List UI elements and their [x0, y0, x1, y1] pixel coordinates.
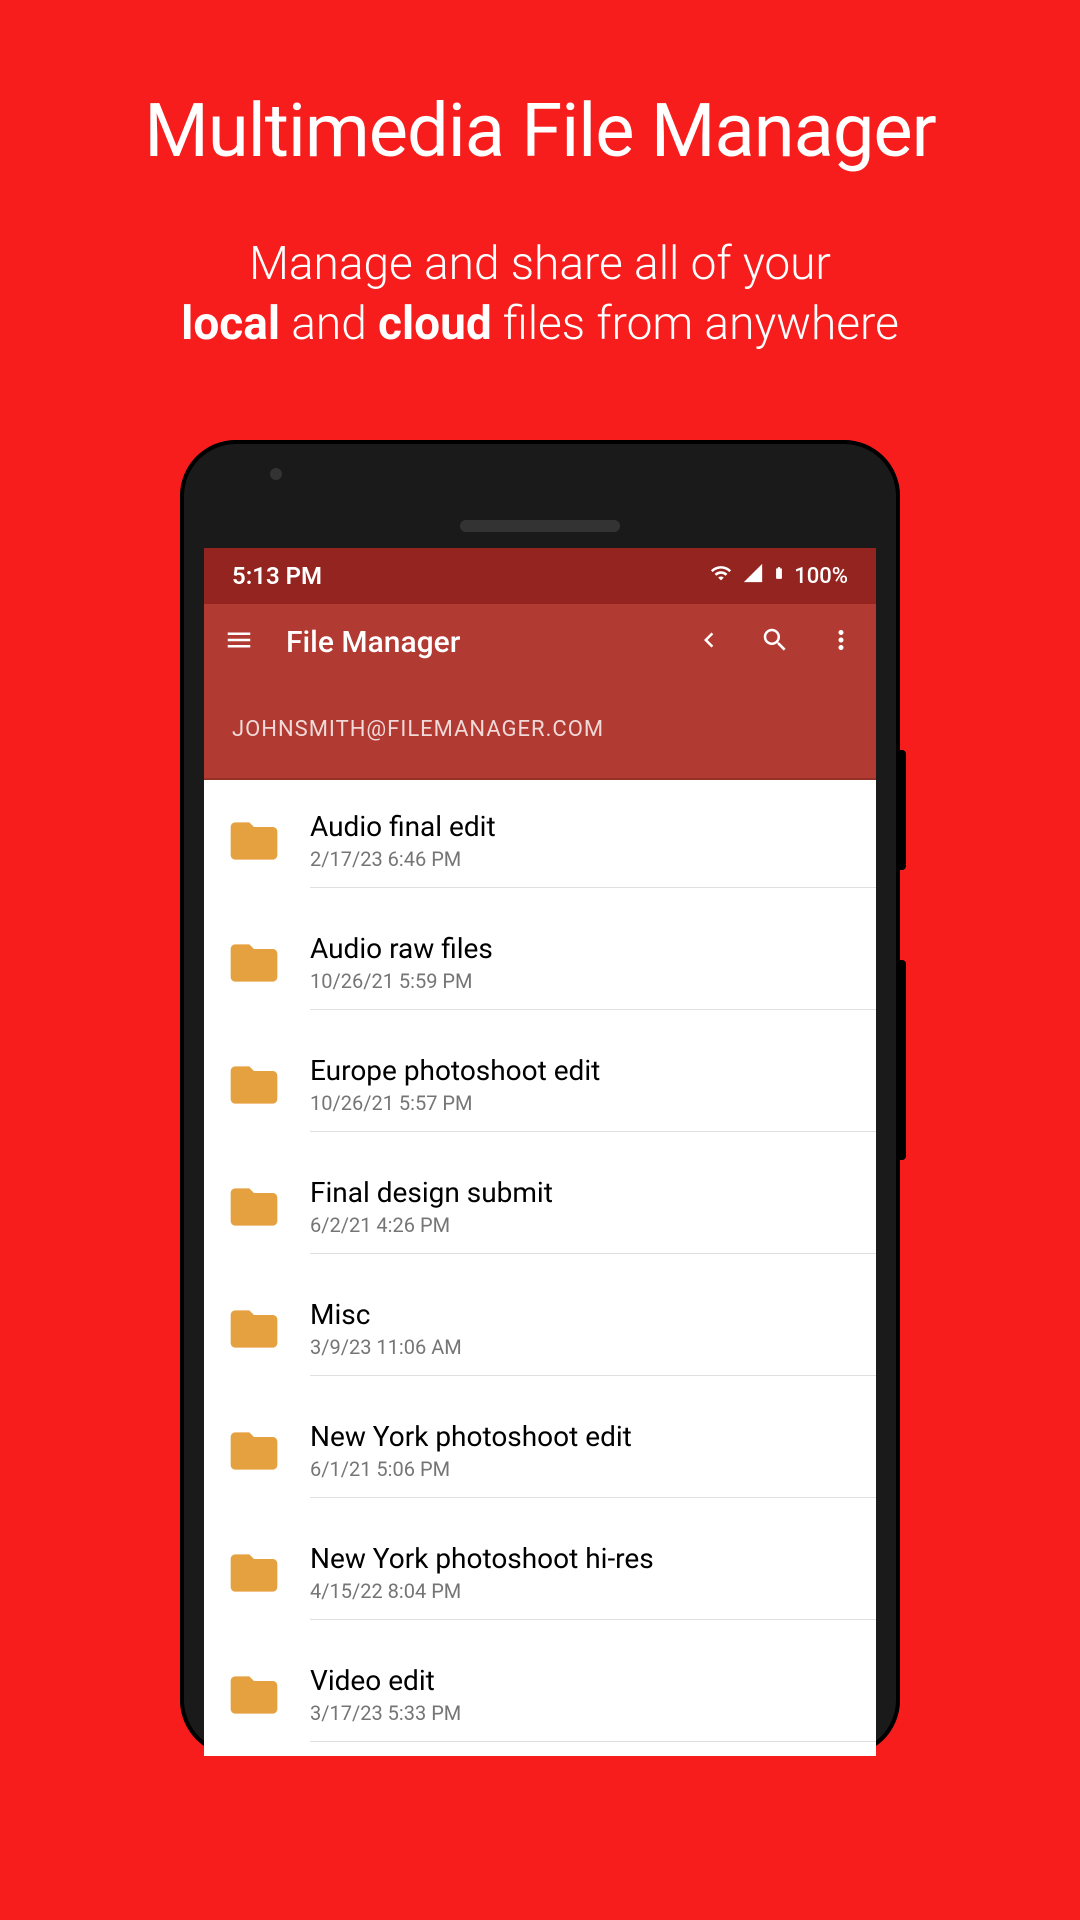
file-date: 3/17/23 5:33 PM [310, 1701, 856, 1725]
folder-icon [226, 1667, 282, 1723]
promo-title: Multimedia File Manager [0, 0, 1080, 175]
promo-subtitle: Manage and share all of your local and c… [0, 175, 1080, 355]
file-text: Audio final edit 2/17/23 6:46 PM [310, 794, 876, 888]
promo-subtitle-bold1: local [181, 297, 280, 351]
chevron-left-icon [694, 625, 724, 659]
phone-screen: 5:13 PM 100% [204, 548, 876, 1756]
breadcrumb-path: JOHNSMITH@FILEMANAGER.COM [232, 717, 604, 742]
battery-icon [772, 561, 786, 591]
file-row[interactable]: New York photoshoot hi-res 4/15/22 8:04 P… [204, 1512, 876, 1634]
folder-icon [226, 1423, 282, 1479]
hamburger-icon [224, 625, 254, 659]
promo-subtitle-line1: Manage and share all of your [249, 237, 831, 291]
file-text: Video edit 3/17/23 5:33 PM [310, 1648, 876, 1742]
overflow-button[interactable] [826, 625, 856, 659]
folder-icon [226, 813, 282, 869]
file-date: 2/17/23 6:46 PM [310, 847, 856, 871]
file-name: Misc [310, 1298, 856, 1331]
phone-side-button [900, 960, 906, 1160]
phone-frame: 5:13 PM 100% [180, 440, 900, 1756]
breadcrumb[interactable]: JOHNSMITH@FILEMANAGER.COM [204, 680, 876, 780]
file-text: Misc 3/9/23 11:06 AM [310, 1282, 876, 1376]
phone-speaker [460, 520, 620, 532]
file-list: Audio final edit 2/17/23 6:46 PM Audio raw… [204, 780, 876, 1756]
file-row[interactable]: Audio raw files 10/26/21 5:59 PM [204, 902, 876, 1024]
file-date: 10/26/21 5:59 PM [310, 969, 856, 993]
file-name: Final design submit [310, 1176, 856, 1209]
file-date: 3/9/23 11:06 AM [310, 1335, 856, 1359]
file-name: Audio final edit [310, 810, 856, 843]
file-row[interactable]: Final design submit 6/2/21 4:26 PM [204, 1146, 876, 1268]
phone-side-button [900, 750, 906, 870]
folder-icon [226, 1545, 282, 1601]
folder-icon [226, 1179, 282, 1235]
file-date: 6/2/21 4:26 PM [310, 1213, 856, 1237]
folder-icon [226, 1301, 282, 1357]
menu-button[interactable] [224, 625, 254, 659]
file-text: Final design submit 6/2/21 4:26 PM [310, 1160, 876, 1254]
promo-subtitle-line2: files from anywhere [492, 297, 899, 351]
search-icon [760, 625, 790, 659]
app-bar: File Manager [204, 604, 876, 680]
more-vert-icon [826, 625, 856, 659]
file-date: 6/1/21 5:06 PM [310, 1457, 856, 1481]
file-row[interactable]: New York photoshoot edit 6/1/21 5:06 PM [204, 1390, 876, 1512]
battery-percent: 100% [794, 564, 848, 589]
status-bar: 5:13 PM 100% [204, 548, 876, 604]
promo-subtitle-bold2: cloud [378, 297, 492, 351]
folder-icon [226, 935, 282, 991]
file-row[interactable]: Europe photoshoot edit 10/26/21 5:57 PM [204, 1024, 876, 1146]
file-row[interactable]: Video edit 3/17/23 5:33 PM [204, 1634, 876, 1756]
folder-icon [226, 1057, 282, 1113]
file-date: 10/26/21 5:57 PM [310, 1091, 856, 1115]
file-name: Audio raw files [310, 932, 856, 965]
app-title: File Manager [286, 625, 662, 660]
file-name: Europe photoshoot edit [310, 1054, 856, 1087]
back-button[interactable] [694, 625, 724, 659]
file-row[interactable]: Audio final edit 2/17/23 6:46 PM [204, 780, 876, 902]
file-name: New York photoshoot hi-res [310, 1542, 856, 1575]
phone-camera-dot [270, 468, 282, 480]
file-text: Europe photoshoot edit 10/26/21 5:57 PM [310, 1038, 876, 1132]
file-name: Video edit [310, 1664, 856, 1697]
search-button[interactable] [760, 625, 790, 659]
wifi-icon [708, 562, 734, 590]
cellular-icon [742, 562, 764, 590]
file-name: New York photoshoot edit [310, 1420, 856, 1453]
file-text: New York photoshoot edit 6/1/21 5:06 PM [310, 1404, 876, 1498]
phone-mockup: 5:13 PM 100% [180, 440, 900, 1756]
file-date: 4/15/22 8:04 PM [310, 1579, 856, 1603]
file-text: New York photoshoot hi-res 4/15/22 8:04 P… [310, 1526, 876, 1620]
status-time: 5:13 PM [232, 562, 322, 590]
promo-subtitle-mid: and [280, 297, 378, 351]
file-row[interactable]: Misc 3/9/23 11:06 AM [204, 1268, 876, 1390]
file-text: Audio raw files 10/26/21 5:59 PM [310, 916, 876, 1010]
status-right: 100% [708, 561, 848, 591]
